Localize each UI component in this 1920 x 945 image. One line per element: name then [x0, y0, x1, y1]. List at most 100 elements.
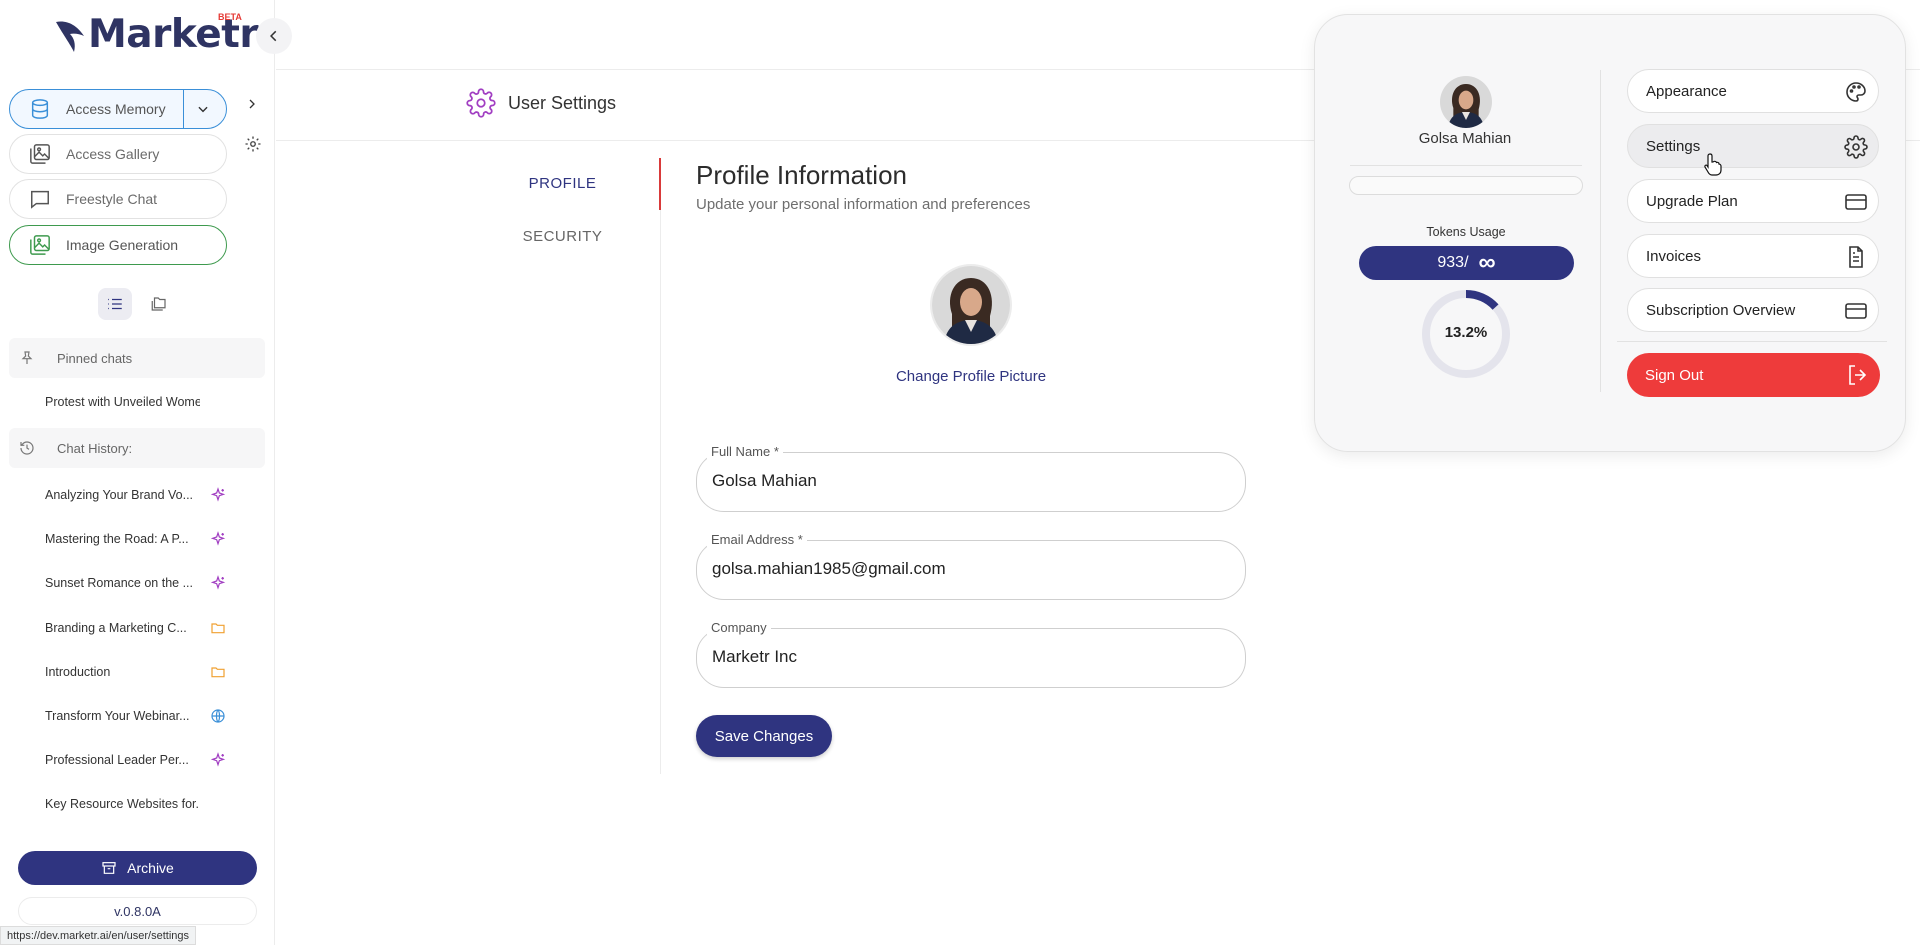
archive-icon [102, 862, 116, 874]
image-generation-label: Image Generation [66, 237, 179, 253]
image-generation-button[interactable]: Image Generation [9, 225, 227, 265]
database-icon [28, 97, 52, 121]
tokens-usage-label: Tokens Usage [1426, 225, 1506, 239]
full-name-label: Full Name * [707, 444, 783, 459]
sparkle-icon [210, 752, 226, 768]
memory-settings-gear-icon[interactable] [244, 135, 262, 153]
active-tab-indicator [659, 158, 661, 210]
full-name-field[interactable]: Full Name * Golsa Mahian [696, 444, 1246, 512]
page-title-text: User Settings [508, 92, 617, 113]
company-field[interactable]: Company Marketr Inc [696, 620, 1246, 688]
email-value: golsa.mahian1985@gmail.com [712, 559, 946, 578]
save-changes-button[interactable]: Save Changes [696, 715, 832, 757]
expand-memory-chevron-icon[interactable] [246, 97, 258, 111]
chat-history-item[interactable]: Key Resource Websites for... [45, 793, 255, 815]
tokens-used-value: 933/ [1437, 254, 1469, 271]
email-field[interactable]: Email Address * golsa.mahian1985@gmail.c… [696, 532, 1246, 600]
company-label: Company [707, 620, 771, 635]
popup-bottom-divider [1617, 341, 1887, 342]
history-icon [19, 440, 39, 456]
folder-icon [210, 664, 226, 680]
hand-cursor-icon [1704, 153, 1722, 176]
pin-icon [19, 350, 39, 366]
infinity-icon: ∞ [1478, 249, 1496, 276]
sparkle-icon [210, 531, 226, 547]
settings-gear-icon [466, 88, 496, 118]
profile-photo [932, 266, 1010, 344]
chevron-left-icon [270, 30, 277, 42]
access-gallery-button[interactable]: Access Gallery [9, 134, 227, 174]
popup-progress-bar [1349, 176, 1583, 195]
chat-history-item[interactable]: Analyzing Your Brand Vo... [45, 484, 255, 506]
list-view-icon[interactable] [98, 288, 132, 320]
popup-vertical-divider [1600, 70, 1601, 392]
sign-out-label: Sign Out [1645, 366, 1704, 384]
gallery-icon [28, 142, 52, 166]
sign-out-button[interactable]: Sign Out [1627, 353, 1880, 397]
document-icon [1849, 246, 1863, 268]
access-gallery-label: Access Gallery [66, 146, 160, 162]
page-title: User Settings [466, 88, 616, 118]
credit-card-icon [1845, 194, 1867, 210]
freestyle-chat-button[interactable]: Freestyle Chat [9, 179, 227, 219]
freestyle-chat-label: Freestyle Chat [66, 191, 158, 207]
chat-history-item[interactable]: Professional Leader Per... [45, 749, 255, 771]
pinned-chats-label: Pinned chats [57, 350, 133, 366]
company-value: Marketr Inc [712, 647, 798, 666]
archive-label: Archive [127, 860, 174, 876]
avatar[interactable] [930, 264, 1012, 346]
access-memory-label: Access Memory [66, 101, 166, 117]
chat-title: Sunset Romance on the ... [45, 576, 194, 591]
menu-appearance-label: Appearance [1646, 82, 1727, 100]
tabs-divider [660, 210, 661, 774]
logout-icon [1849, 365, 1867, 385]
menu-appearance[interactable]: Appearance [1627, 69, 1879, 113]
email-label: Email Address * [707, 532, 807, 547]
palette-icon [1846, 82, 1866, 102]
bird-logo-icon [56, 21, 84, 52]
full-name-value: Golsa Mahian [712, 471, 817, 490]
chat-history-label: Chat History: [57, 440, 133, 456]
popup-divider [1350, 165, 1582, 166]
chat-history-item[interactable]: Introduction [45, 661, 255, 683]
chat-title: Key Resource Websites for... [45, 797, 200, 812]
profile-title: Profile Information [696, 160, 907, 190]
version-label: v.0.8.0A [18, 897, 257, 925]
chat-title: Protest with Unveiled Women... [45, 395, 200, 409]
change-profile-picture-link[interactable]: Change Profile Picture [870, 368, 1072, 385]
access-memory-button[interactable]: Access Memory [9, 89, 227, 129]
menu-subscription-overview[interactable]: Subscription Overview [1627, 288, 1879, 332]
beta-badge: BETA [218, 12, 242, 22]
menu-settings[interactable]: Settings [1627, 124, 1879, 168]
chat-title: Transform Your Webinar... [45, 709, 190, 723]
popup-avatar [1440, 76, 1492, 128]
archive-button[interactable]: Archive [18, 851, 257, 885]
menu-upgrade-plan[interactable]: Upgrade Plan [1627, 179, 1879, 223]
chevron-down-icon[interactable] [196, 102, 210, 116]
chat-title: Branding a Marketing C... [45, 620, 187, 635]
settings-tabs: PROFILE SECURITY [480, 158, 660, 264]
chat-title: Mastering the Road: A P... [45, 532, 189, 547]
folder-view-icon[interactable] [142, 288, 176, 320]
collapse-sidebar-button[interactable] [256, 18, 292, 54]
menu-subscription-overview-label: Subscription Overview [1646, 301, 1796, 319]
chat-history-item[interactable]: Sunset Romance on the ... [45, 572, 255, 594]
tab-profile[interactable]: PROFILE [480, 158, 645, 211]
credit-card-icon [1845, 303, 1867, 319]
tab-security[interactable]: SECURITY [480, 211, 645, 264]
chat-history-item[interactable]: Branding a Marketing C... [45, 617, 255, 639]
chat-history-item[interactable]: Mastering the Road: A P... [45, 528, 255, 550]
usage-percent: 13.2% [1444, 324, 1488, 341]
sparkle-icon [210, 487, 226, 503]
chat-title: Introduction [45, 664, 111, 679]
status-url: https://dev.marketr.ai/en/user/settings [0, 926, 196, 945]
image-gen-icon [28, 233, 52, 257]
sparkle-icon [210, 575, 226, 591]
chat-bubble-icon [28, 187, 52, 211]
profile-photo-small [1440, 76, 1492, 128]
pinned-chat-item[interactable]: Protest with Unveiled Women... [45, 391, 255, 413]
gear-icon [1844, 135, 1868, 159]
menu-invoices[interactable]: Invoices [1627, 234, 1879, 278]
chat-history-item[interactable]: Transform Your Webinar... [45, 705, 255, 727]
menu-upgrade-plan-label: Upgrade Plan [1646, 192, 1738, 210]
